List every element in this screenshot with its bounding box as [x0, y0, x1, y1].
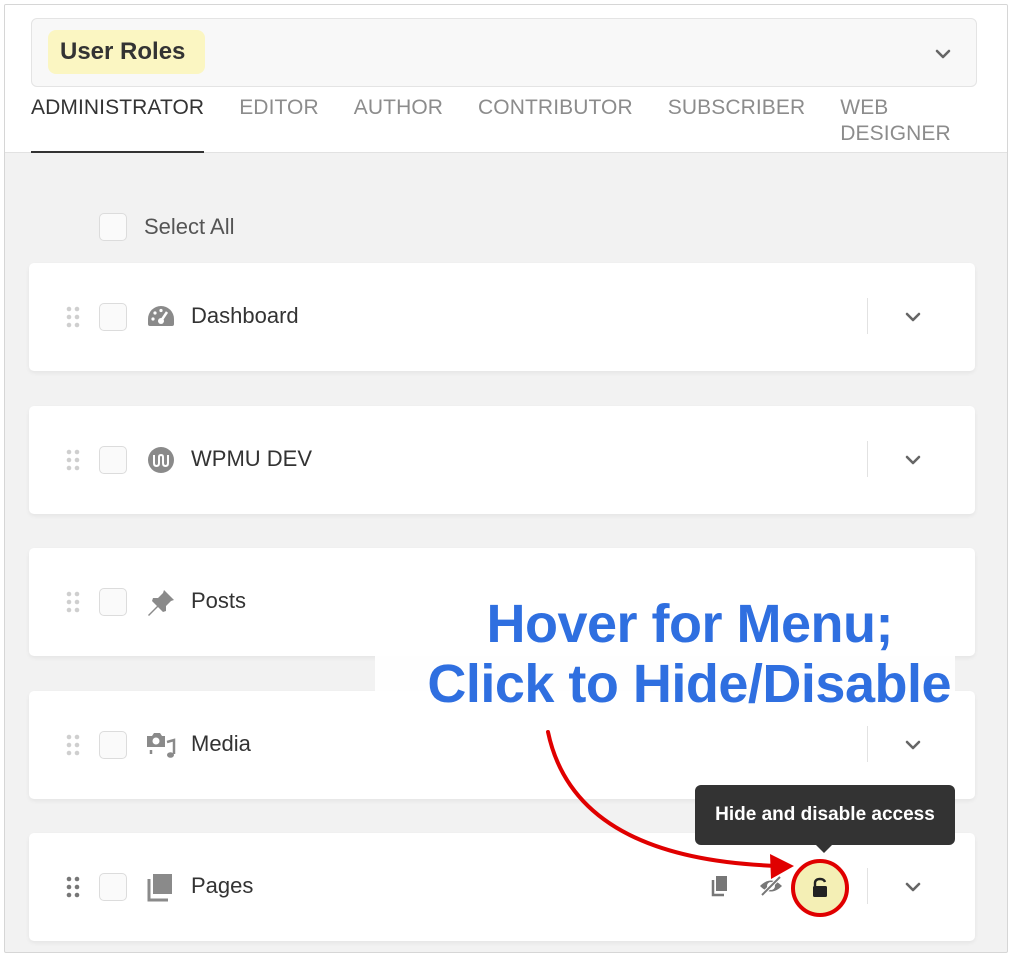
chevron-down-icon[interactable]: [903, 308, 923, 326]
callout-line-2: Click to Hide/Disable: [427, 654, 951, 714]
callout-annotation: Hover for Menu; Click to Hide/Disable: [375, 591, 955, 723]
pushpin-icon: [148, 590, 174, 616]
chevron-down-icon[interactable]: [903, 736, 923, 754]
hide-disable-button[interactable]: [791, 859, 849, 917]
select-all-label: Select All: [144, 214, 235, 239]
menu-item-checkbox[interactable]: [99, 873, 127, 901]
tab-web-designer[interactable]: WEB DESIGNER: [840, 95, 972, 153]
divider: [867, 726, 868, 762]
menu-item-dashboard: Dashboard: [29, 263, 975, 371]
drag-handle-icon[interactable]: [65, 448, 81, 472]
menu-item-label: Dashboard: [191, 303, 299, 328]
user-roles-dropdown[interactable]: User Roles: [31, 18, 977, 87]
select-all: Select All: [99, 213, 235, 241]
tab-administrator[interactable]: ADMINISTRATOR: [31, 95, 205, 153]
drag-handle-icon[interactable]: [65, 875, 81, 899]
dashboard-gauge-icon: [148, 306, 174, 326]
menu-item-checkbox[interactable]: [99, 303, 127, 331]
media-camera-music-icon: [147, 733, 176, 758]
role-tabs: ADMINISTRATOR EDITOR AUTHOR CONTRIBUTOR …: [31, 95, 1007, 153]
user-roles-label: User Roles: [48, 30, 206, 74]
unlock-icon: [813, 877, 827, 897]
menu-item-wpmu-dev: WPMU DEV: [29, 406, 975, 514]
divider: [867, 441, 868, 477]
tab-editor[interactable]: EDITOR: [239, 95, 319, 153]
menu-item-label: Media: [191, 731, 251, 756]
duplicate-icon[interactable]: [707, 872, 733, 900]
menu-item-label: WPMU DEV: [191, 446, 312, 471]
tab-subscriber[interactable]: SUBSCRIBER: [668, 95, 806, 153]
tooltip: Hide and disable access: [695, 785, 955, 853]
drag-handle-icon[interactable]: [65, 733, 81, 757]
menu-item-pages: Pages: [29, 833, 975, 941]
drag-handle-icon[interactable]: [65, 590, 81, 614]
select-all-checkbox[interactable]: [99, 213, 127, 241]
admin-menu-panel: User Roles ADMINISTRATOR EDITOR AUTHOR C…: [4, 4, 1008, 953]
menu-item-checkbox[interactable]: [99, 731, 127, 759]
header-area: User Roles ADMINISTRATOR EDITOR AUTHOR C…: [5, 5, 1007, 153]
divider: [867, 298, 868, 334]
divider: [867, 868, 868, 904]
menu-item-checkbox[interactable]: [99, 588, 127, 616]
menu-item-label: Posts: [191, 588, 247, 613]
chevron-down-icon[interactable]: [903, 878, 923, 896]
menu-item-checkbox[interactable]: [99, 446, 127, 474]
wpmu-dev-logo-icon: [148, 447, 174, 473]
chevron-down-icon[interactable]: [903, 451, 923, 469]
drag-handle-icon[interactable]: [65, 305, 81, 329]
tab-contributor[interactable]: CONTRIBUTOR: [478, 95, 633, 153]
hidden-eye-icon[interactable]: [758, 872, 784, 900]
menu-item-label: Pages: [191, 873, 254, 898]
tab-author[interactable]: AUTHOR: [354, 95, 443, 153]
pages-icon: [147, 874, 172, 902]
callout-line-1: Hover for Menu;: [486, 594, 893, 654]
chevron-down-icon: [935, 49, 951, 59]
